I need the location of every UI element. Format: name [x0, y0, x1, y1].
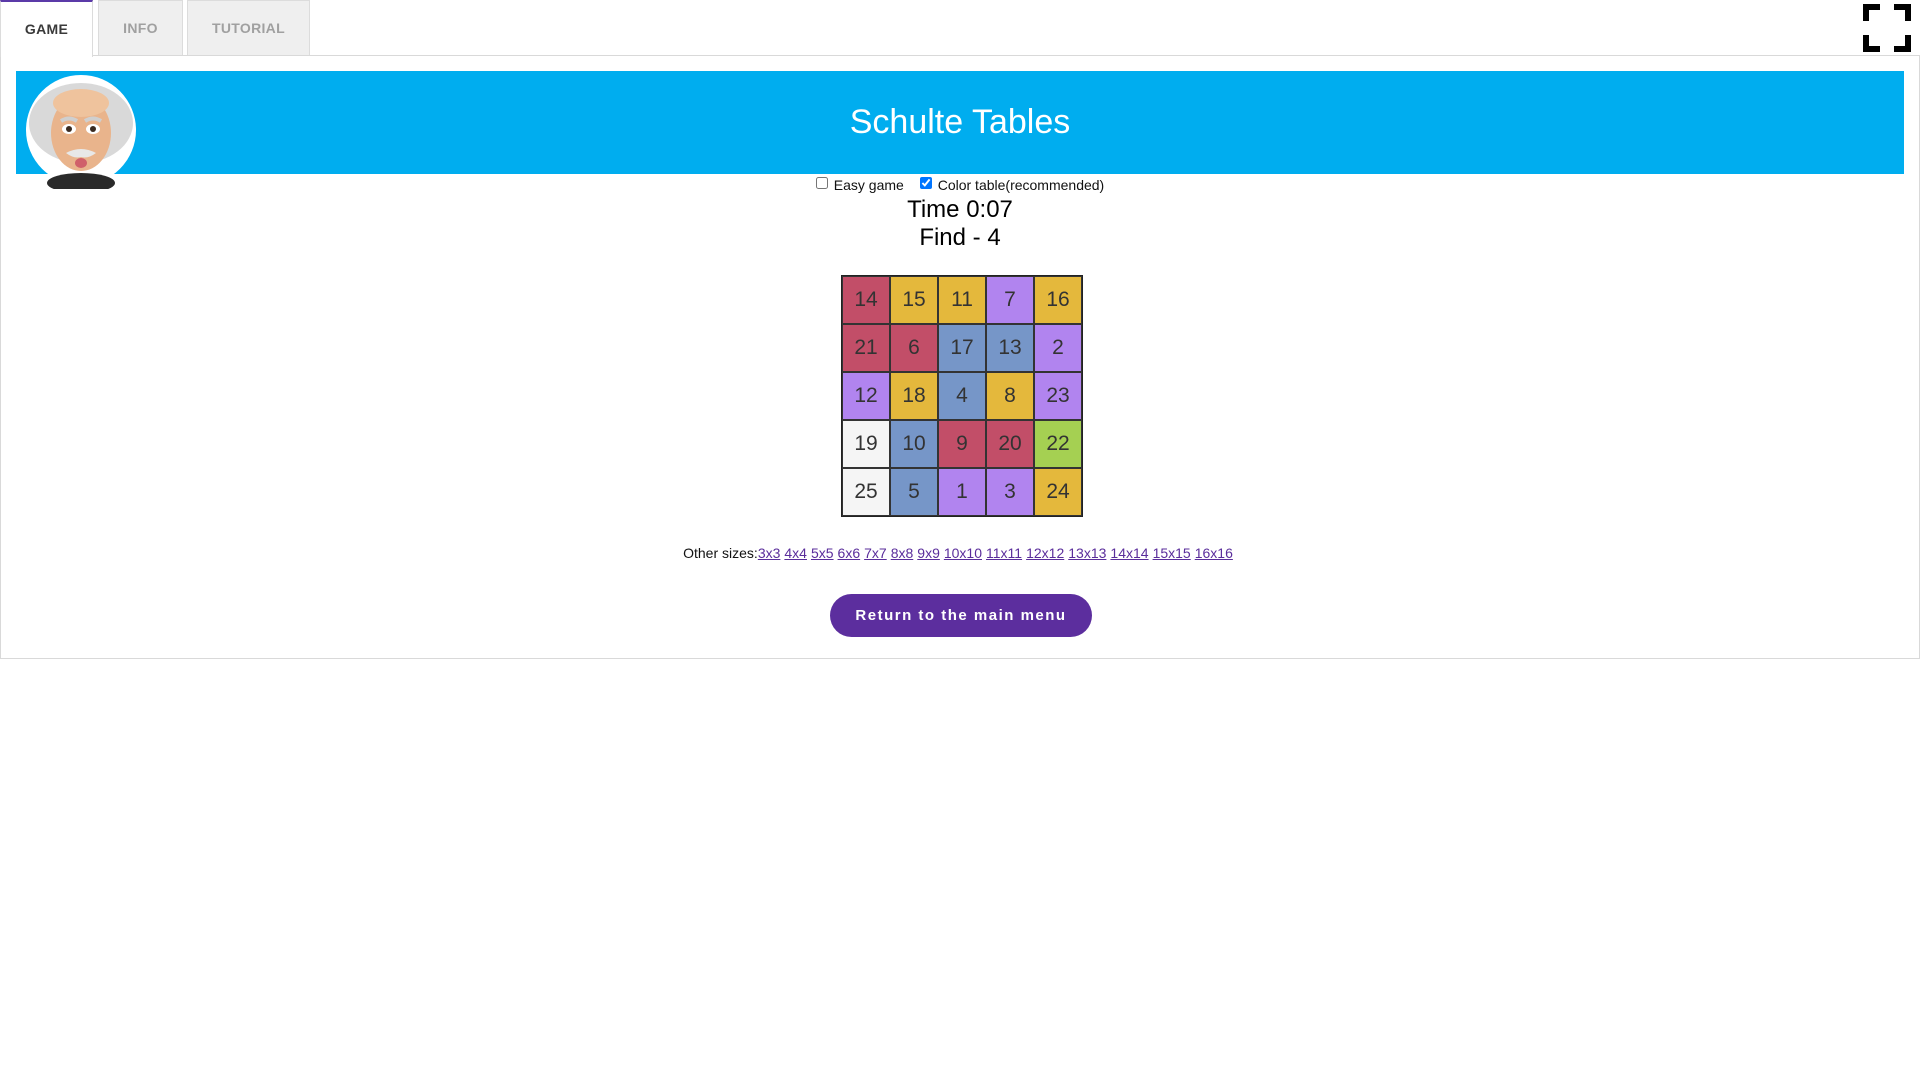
- size-link-9x9[interactable]: 9x9: [917, 545, 940, 561]
- easy-game-label: Easy game: [833, 177, 904, 193]
- timer: Time 0:07: [907, 196, 1013, 223]
- page-title: Schulte Tables: [849, 103, 1071, 141]
- game-panel: Schulte Tables Easy game Color table(rec…: [0, 55, 1920, 659]
- size-link-16x16[interactable]: 16x16: [1195, 545, 1233, 561]
- color-table-checkbox[interactable]: [919, 177, 932, 189]
- grid-cell[interactable]: 19: [842, 420, 890, 468]
- tab-tutorial[interactable]: TUTORIAL: [187, 0, 310, 55]
- grid-cell[interactable]: 5: [890, 468, 938, 516]
- size-link-5x5[interactable]: 5x5: [811, 545, 834, 561]
- size-link-8x8[interactable]: 8x8: [891, 545, 914, 561]
- grid-cell[interactable]: 13: [986, 324, 1034, 372]
- grid-cell[interactable]: 12: [842, 372, 890, 420]
- grid-cell[interactable]: 15: [890, 276, 938, 324]
- fullscreen-icon: [1863, 4, 1911, 52]
- size-link-10x10[interactable]: 10x10: [944, 545, 982, 561]
- return-main-menu-button[interactable]: Return to the main menu: [830, 594, 1092, 637]
- grid-cell[interactable]: 10: [890, 420, 938, 468]
- grid-cell[interactable]: 2: [1034, 324, 1082, 372]
- size-link-3x3[interactable]: 3x3: [758, 545, 781, 561]
- grid-cell[interactable]: 17: [938, 324, 986, 372]
- size-link-12x12[interactable]: 12x12: [1026, 545, 1064, 561]
- find-target: Find - 4: [919, 224, 1001, 251]
- grid-cell[interactable]: 22: [1034, 420, 1082, 468]
- size-link-14x14[interactable]: 14x14: [1110, 545, 1148, 561]
- color-table-label: Color table(recommended): [937, 177, 1105, 193]
- grid-cell[interactable]: 20: [986, 420, 1034, 468]
- size-link-11x11[interactable]: 11x11: [986, 545, 1022, 561]
- grid-cell[interactable]: 23: [1034, 372, 1082, 420]
- grid-cell[interactable]: 6: [890, 324, 938, 372]
- other-sizes: Other sizes:3x3 4x4 5x5 6x6 7x7 8x8 9x9 10x10 11…: [1, 545, 1919, 561]
- grid-cell[interactable]: 4: [938, 372, 986, 420]
- einstein-avatar-icon: [26, 75, 136, 189]
- size-link-13x13[interactable]: 13x13: [1068, 545, 1106, 561]
- grid-cell[interactable]: 11: [938, 276, 986, 324]
- grid-cell[interactable]: 21: [842, 324, 890, 372]
- tab-info[interactable]: INFO: [98, 0, 183, 55]
- color-table-option[interactable]: Color table(recommended): [919, 177, 1105, 193]
- size-link-15x15[interactable]: 15x15: [1153, 545, 1191, 561]
- grid-cell[interactable]: 9: [938, 420, 986, 468]
- easy-game-checkbox[interactable]: [815, 177, 828, 189]
- grid-cell[interactable]: 18: [890, 372, 938, 420]
- grid-cell[interactable]: 16: [1034, 276, 1082, 324]
- tab-bar: GAME INFO TUTORIAL: [0, 0, 1920, 57]
- tab-game[interactable]: GAME: [0, 0, 93, 57]
- grid-cell[interactable]: 1: [938, 468, 986, 516]
- grid-cell[interactable]: 25: [842, 468, 890, 516]
- other-sizes-label: Other sizes:: [683, 545, 758, 561]
- grid-cell[interactable]: 3: [986, 468, 1034, 516]
- title-banner: Schulte Tables: [16, 71, 1904, 189]
- size-link-6x6[interactable]: 6x6: [838, 545, 861, 561]
- grid-cell[interactable]: 8: [986, 372, 1034, 420]
- size-link-4x4[interactable]: 4x4: [784, 545, 807, 561]
- schulte-grid: 14 15 11 7 16 21 6 17 13 2 12 18 4 8 23 19 10 9 20 22 25 5 1 3 2…: [841, 275, 1083, 517]
- grid-cell[interactable]: 24: [1034, 468, 1082, 516]
- fullscreen-button[interactable]: [1862, 3, 1912, 53]
- grid-cell[interactable]: 7: [986, 276, 1034, 324]
- size-link-7x7[interactable]: 7x7: [864, 545, 887, 561]
- easy-game-option[interactable]: Easy game: [815, 177, 908, 193]
- game-options: Easy game Color table(recommended): [1, 177, 1919, 193]
- grid-cell[interactable]: 14: [842, 276, 890, 324]
